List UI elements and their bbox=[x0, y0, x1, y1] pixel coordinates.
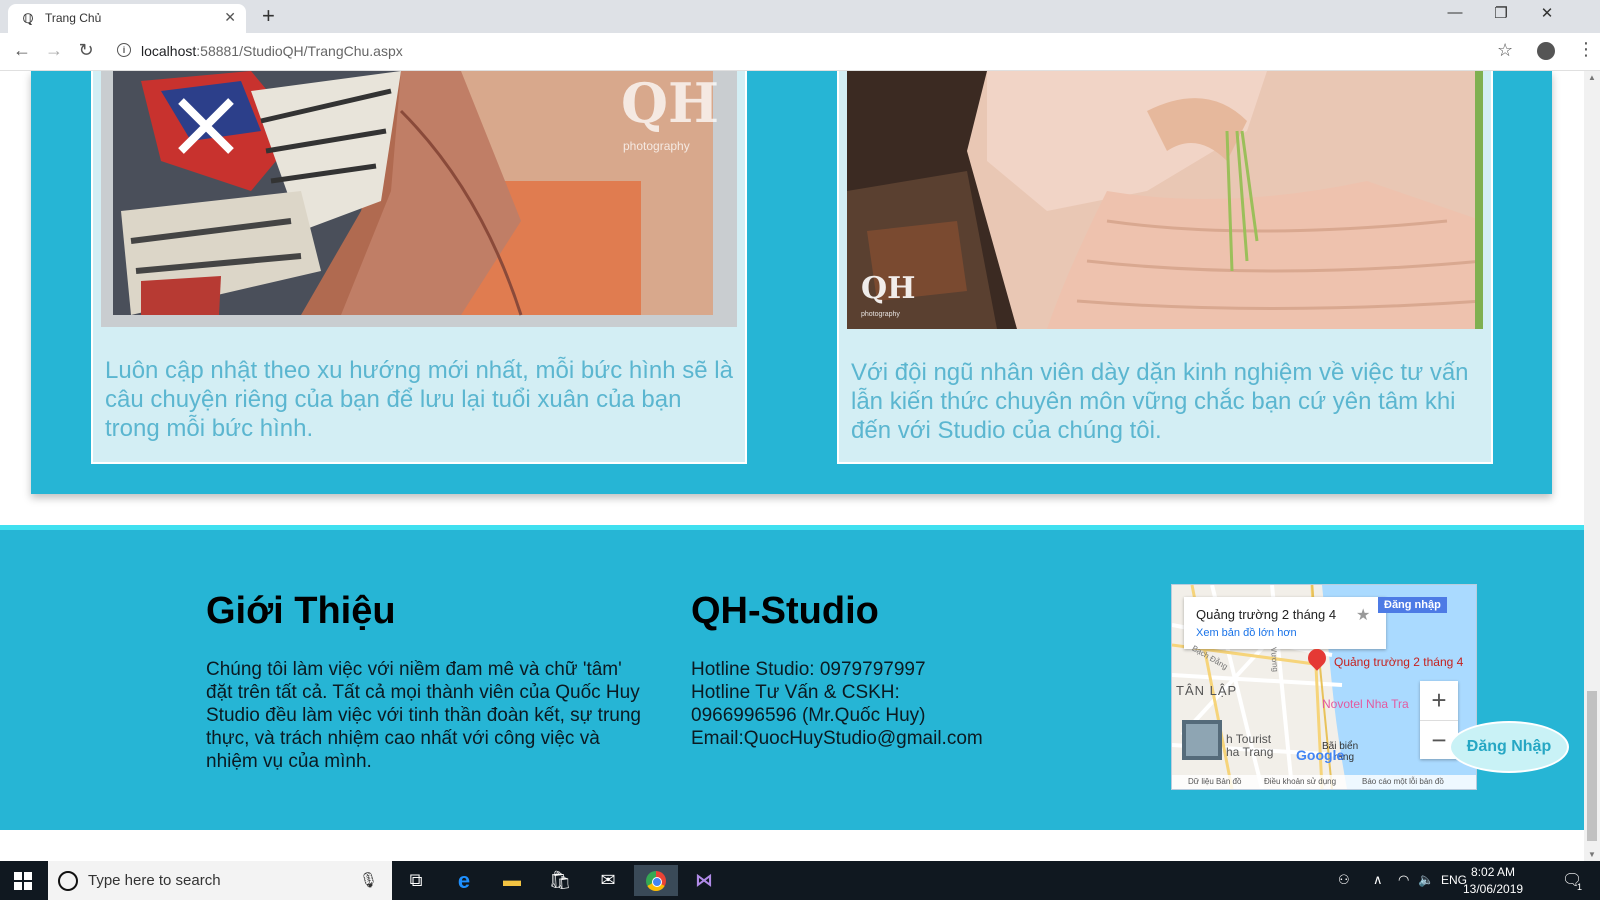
address-bar[interactable]: localhost:58881/StudioQH/TrangChu.aspx bbox=[141, 43, 403, 59]
watermark-text: photography bbox=[623, 139, 690, 153]
map-terms-link[interactable]: Điều khoản sử dụng bbox=[1264, 775, 1336, 789]
microphone-icon[interactable]: 🎙 bbox=[359, 871, 378, 889]
trend-photo: QH photography bbox=[101, 71, 737, 327]
studio-hotline: Hotline Studio: 0979797997 bbox=[691, 659, 926, 680]
edge-browser-icon[interactable]: e bbox=[442, 865, 486, 896]
scroll-down-icon[interactable]: ▼ bbox=[1588, 850, 1596, 859]
about-heading: Giới Thiệu bbox=[206, 590, 396, 632]
watermark-logo: QH bbox=[861, 271, 916, 306]
google-map[interactable]: Quảng trường 2 tháng 4 Xem bản đồ lớn hơ… bbox=[1171, 584, 1477, 790]
consult-label: Hotline Tư Vấn & CSKH: bbox=[691, 682, 900, 703]
map-tourist-label: h Tourist ha Trang bbox=[1226, 732, 1274, 759]
volume-icon[interactable]: 🔈 bbox=[1418, 872, 1434, 888]
windows-start-icon[interactable] bbox=[14, 872, 32, 890]
scroll-thumb[interactable] bbox=[1587, 691, 1597, 841]
map-sign-in-button[interactable]: Đăng nhập bbox=[1378, 597, 1447, 613]
taskbar-clock[interactable]: 8:02 AM 13/06/2019 bbox=[1463, 864, 1523, 898]
site-info-icon[interactable]: i bbox=[117, 43, 131, 57]
map-place-title: Quảng trường 2 tháng 4 bbox=[1196, 607, 1337, 622]
card-description: Luôn cập nhật theo xu hướng mới nhất, mỗ… bbox=[105, 357, 733, 442]
close-window-icon[interactable]: ✕ bbox=[1524, 4, 1570, 22]
restore-icon[interactable]: ❐ bbox=[1478, 4, 1524, 22]
map-data-link[interactable]: Dữ liệu Bản đồ bbox=[1188, 775, 1241, 789]
mail-icon[interactable]: ✉ bbox=[586, 865, 630, 896]
map-hotel-label: Novotel Nha Tra bbox=[1322, 697, 1409, 711]
view-larger-map-link[interactable]: Xem bản đồ lớn hơn bbox=[1196, 627, 1297, 639]
map-report-link[interactable]: Báo cáo một lỗi bản đồ bbox=[1362, 775, 1444, 789]
watermark-logo: QH bbox=[621, 71, 720, 135]
windows-taskbar: Type here to search 🎙 ⧉ e ▬ 🛍 ✉ ⋈ ⚇ ∧ ◠ … bbox=[0, 861, 1600, 900]
chrome-icon[interactable] bbox=[634, 865, 678, 896]
clock-date: 13/06/2019 bbox=[1463, 882, 1524, 896]
studio-contact: Hotline Studio: 0979797997 Hotline Tư Vấ… bbox=[691, 658, 1051, 750]
browser-tab-bar: ℚ Trang Chủ ✕ + — ❐ ✕ bbox=[0, 0, 1600, 33]
footer: Giới Thiệu Chúng tôi làm việc với niềm đ… bbox=[0, 525, 1584, 830]
taskbar-search[interactable]: Type here to search 🎙 bbox=[48, 861, 392, 900]
browser-tab[interactable]: ℚ Trang Chủ ✕ bbox=[8, 4, 246, 33]
clock-time: 8:02 AM bbox=[1471, 865, 1516, 879]
back-icon[interactable]: ← bbox=[10, 40, 34, 61]
forward-icon[interactable]: → bbox=[42, 40, 66, 61]
tray-chevron-icon[interactable]: ∧ bbox=[1373, 872, 1383, 888]
new-tab-button[interactable]: + bbox=[262, 4, 275, 28]
map-footer: Dữ liệu Bản đồ Điều khoản sử dụng Báo cá… bbox=[1172, 775, 1476, 789]
menu-dots-icon[interactable]: ⋮ bbox=[1577, 39, 1595, 60]
zoom-in-button[interactable]: + bbox=[1420, 681, 1458, 721]
map-info-card: Quảng trường 2 tháng 4 Xem bản đồ lớn hơ… bbox=[1184, 597, 1386, 649]
account-icon[interactable] bbox=[1537, 42, 1555, 60]
studio-email: Email:QuocHuyStudio@gmail.com bbox=[691, 728, 983, 749]
search-placeholder: Type here to search bbox=[88, 872, 221, 889]
tab-title: Trang Chủ bbox=[45, 11, 102, 25]
people-icon[interactable]: ⚇ bbox=[1338, 872, 1350, 888]
feature-card-trend: QH photography Luôn cập nhật theo xu hướ… bbox=[91, 71, 747, 464]
page-viewport: QH photography Luôn cập nhật theo xu hướ… bbox=[0, 71, 1584, 861]
watermark-text: photography bbox=[861, 311, 900, 318]
scroll-up-icon[interactable]: ▲ bbox=[1588, 73, 1596, 82]
about-text: Chúng tôi làm việc với niềm đam mê và ch… bbox=[206, 659, 641, 772]
url-host: localhost bbox=[141, 43, 197, 59]
staff-photo: QH photography bbox=[847, 71, 1483, 329]
consult-number: 0966996596 (Mr.Quốc Huy) bbox=[691, 705, 926, 726]
page-bottom-spacer bbox=[0, 830, 1584, 861]
login-button[interactable]: Đăng Nhập bbox=[1449, 721, 1569, 773]
store-icon[interactable]: 🛍 bbox=[538, 865, 582, 896]
notification-count: 1 bbox=[1577, 882, 1583, 892]
page-scrollbar[interactable]: ▲ ▼ bbox=[1584, 71, 1600, 861]
url-path: :58881/StudioQH/TrangChu.aspx bbox=[196, 43, 403, 59]
cortana-icon bbox=[58, 871, 78, 891]
feature-section: QH photography Luôn cập nhật theo xu hướ… bbox=[31, 71, 1552, 494]
map-pin-label: Quảng trường 2 tháng 4 bbox=[1334, 655, 1464, 669]
file-explorer-icon[interactable]: ▬ bbox=[490, 865, 534, 896]
minimize-icon[interactable]: — bbox=[1432, 4, 1478, 21]
close-tab-icon[interactable]: ✕ bbox=[224, 9, 236, 26]
visual-studio-icon[interactable]: ⋈ bbox=[682, 865, 726, 896]
card-description: Với đội ngũ nhân viên dày dặn kinh nghiệ… bbox=[851, 359, 1469, 444]
site-favicon-icon: ℚ bbox=[22, 11, 34, 26]
browser-toolbar: ← → ↻ i localhost:58881/StudioQH/TrangCh… bbox=[0, 33, 1600, 71]
map-district-label: TÂN LẬP bbox=[1176, 683, 1238, 698]
save-star-icon[interactable]: ★ bbox=[1356, 605, 1370, 625]
task-view-icon[interactable]: ⧉ bbox=[394, 865, 438, 896]
studio-heading: QH-Studio bbox=[691, 590, 879, 632]
reload-icon[interactable]: ↻ bbox=[74, 40, 98, 61]
bookmark-star-icon[interactable]: ☆ bbox=[1497, 40, 1513, 61]
feature-card-staff: QH photography Với đội ngũ nhân viên dày… bbox=[837, 71, 1493, 464]
google-logo: Google bbox=[1296, 747, 1345, 763]
network-icon[interactable]: ◠ bbox=[1398, 872, 1409, 888]
